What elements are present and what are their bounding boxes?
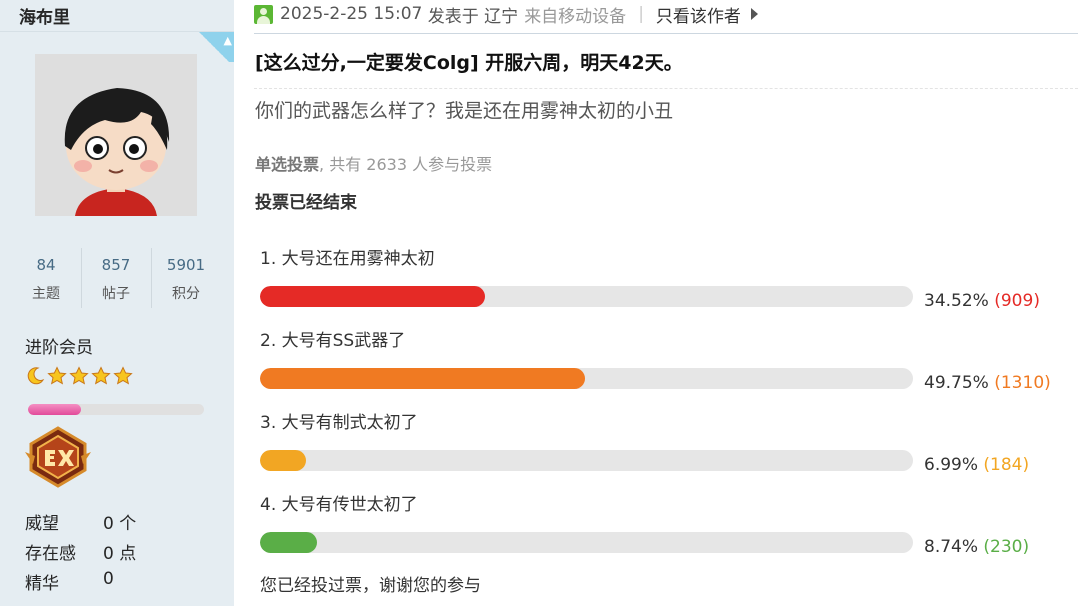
- stat-value: 84: [36, 256, 56, 274]
- stat-value: 857: [101, 256, 131, 274]
- meta-row-digest: 精华 0: [25, 569, 136, 599]
- poll-option-percent: 8.74%: [924, 537, 979, 557]
- poll-option-fill: [260, 450, 306, 471]
- level-progress-bar: [28, 404, 204, 415]
- android-icon: ▲: [223, 34, 232, 47]
- poll-option-count: (909): [994, 291, 1040, 311]
- poll-option-label: 4. 大号有传世太初了: [260, 495, 418, 515]
- post-timestamp: 2025-2-25 15:07: [280, 4, 423, 24]
- meta-value: 0 点: [103, 544, 137, 564]
- meta-label: 存在感: [25, 544, 76, 564]
- rank-stars: [25, 366, 133, 388]
- poll-option-result: 49.75% (1310): [924, 373, 1051, 393]
- poll-option-label: 3. 大号有制式太初了: [260, 413, 418, 433]
- poll-option: 1. 大号还在用雾神太初 34.52% (909): [260, 244, 1060, 326]
- poll-option-label: 2. 大号有SS武器了: [260, 331, 406, 351]
- post-location: 发表于 辽宁: [427, 6, 519, 27]
- poll-participants: , 共有 2633 人参与投票: [319, 155, 493, 174]
- author-stats: 84 主题 857 帖子 5901 积分: [11, 248, 221, 308]
- post-device: 来自移动设备: [524, 6, 627, 27]
- header-separator: |: [638, 4, 644, 24]
- poll-meta: 单选投票, 共有 2633 人参与投票: [255, 151, 492, 175]
- poll-option-count: (230): [983, 537, 1030, 557]
- poll-option: 4. 大号有传世太初了 8.74% (230): [260, 490, 1060, 572]
- poll-option-track: [260, 368, 913, 389]
- poll-status: 投票已经结束: [255, 193, 357, 213]
- meta-label: 精华: [25, 574, 59, 594]
- poll-option-track: [260, 532, 913, 553]
- poll-option-count: (184): [983, 455, 1030, 475]
- star-icon: [113, 366, 133, 385]
- poll-option-track: [260, 286, 913, 307]
- poll-option-fill: [260, 532, 318, 553]
- stat-posts[interactable]: 857 帖子: [81, 248, 151, 308]
- arrow-right-icon: [750, 8, 758, 20]
- meta-row-presence: 存在感 0 点: [25, 539, 136, 569]
- stat-label: 帖子: [102, 286, 130, 302]
- mobile-post-badge: ▲: [194, 32, 234, 62]
- meta-value: 0 个: [103, 514, 137, 534]
- stat-label: 积分: [172, 286, 200, 302]
- avatar[interactable]: [35, 54, 197, 216]
- header-divider: [254, 33, 1078, 34]
- poll-option: 3. 大号有制式太初了 6.99% (184): [260, 408, 1060, 490]
- thread-title: [这么过分,一定要发Colg] 开服六周，明天42天。: [255, 52, 683, 74]
- rank-title[interactable]: 进阶会员: [25, 333, 93, 358]
- avatar-cartoon-icon: [35, 54, 197, 216]
- stat-threads[interactable]: 84 主题: [11, 248, 81, 308]
- poll-option-label: 1. 大号还在用雾神太初: [260, 249, 435, 269]
- meta-row-prestige: 威望 0 个: [25, 509, 136, 539]
- user-online-icon: [254, 4, 273, 24]
- poll-option-result: 8.74% (230): [924, 537, 1029, 557]
- star-icon: [47, 366, 67, 385]
- level-progress-fill: [28, 404, 81, 415]
- author-meta: 威望 0 个 存在感 0 点 精华 0: [25, 509, 136, 599]
- poll-option-fill: [260, 368, 585, 389]
- poll-type: 单选投票: [255, 155, 320, 174]
- meta-label: 威望: [25, 514, 59, 534]
- title-divider: [254, 88, 1078, 89]
- poll-option-fill: [260, 286, 486, 307]
- ex-medal-icon[interactable]: [23, 426, 93, 488]
- poll-option: 2. 大号有SS武器了 49.75% (1310): [260, 326, 1060, 408]
- stat-points[interactable]: 5901 积分: [151, 248, 221, 308]
- stat-label: 主题: [32, 286, 60, 302]
- author-only-link[interactable]: 只看该作者: [656, 2, 741, 27]
- post-header: 2025-2-25 15:07 发表于 辽宁 来自移动设备 | 只看该作者: [254, 2, 758, 27]
- stat-value: 5901: [166, 256, 206, 274]
- author-username[interactable]: 海布里: [19, 3, 70, 28]
- poll-option-percent: 6.99%: [924, 455, 979, 475]
- star-icon: [69, 366, 89, 385]
- poll-option-percent: 49.75%: [924, 373, 989, 393]
- poll-option-track: [260, 450, 913, 471]
- moon-icon: [27, 367, 45, 385]
- meta-value: 0: [103, 569, 114, 589]
- poll-option-result: 6.99% (184): [924, 455, 1029, 475]
- forum-post-page: 海布里 ▲ 84 主题 857 帖子 5901 积分 进阶会员 威望 0 个 存…: [0, 0, 1078, 606]
- poll-option-result: 34.52% (909): [924, 291, 1040, 311]
- voted-note: 您已经投过票，谢谢您的参与: [260, 576, 481, 596]
- poll-option-percent: 34.52%: [924, 291, 989, 311]
- author-sidebar: 海布里 ▲ 84 主题 857 帖子 5901 积分 进阶会员 威望 0 个 存…: [0, 0, 234, 606]
- post-body: 你们的武器怎么样了？我是还在用雾神太初的小丑: [255, 100, 674, 122]
- star-icon: [91, 366, 111, 385]
- poll-option-count: (1310): [994, 373, 1051, 393]
